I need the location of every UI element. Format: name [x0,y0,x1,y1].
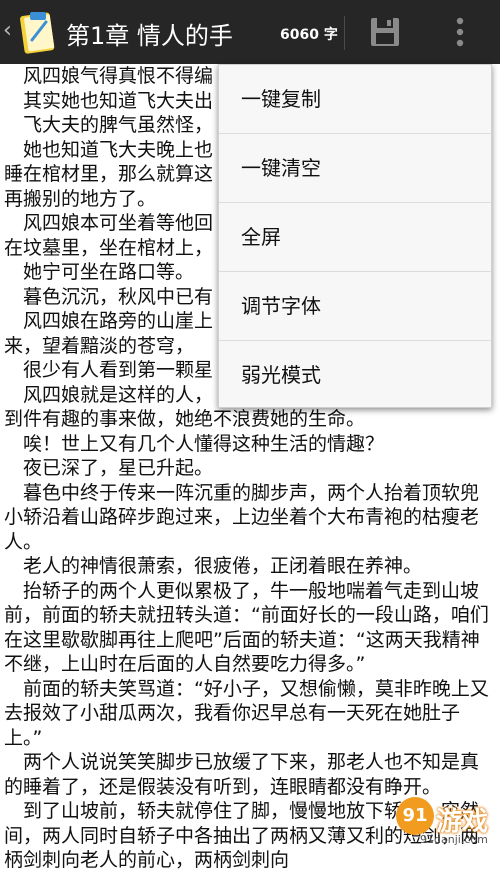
toolbar-divider [344,16,345,50]
overflow-menu: 一键复制 一键清空 全屏 调节字体 弱光模式 [218,64,492,408]
save-icon[interactable] [368,16,402,48]
paragraph: 暮色中终于传来一阵沉重的脚步声，两个人抬着顶软兜小轿沿着山路碎步跑过来，上边坐着… [4,481,480,553]
paragraph: 两个人说说笑笑脚步已放缓了下来，那老人也不知是真的睡着了，还是假装没有听到，连眼… [4,751,480,798]
overflow-menu-icon[interactable] [450,14,470,50]
word-count: 6060 字 [280,27,338,43]
text-line: 到件有趣的事来做，她绝不浪费她的生命。 [4,408,366,430]
back-chevron-icon[interactable]: ‹ [3,18,12,43]
menu-item-clear-all[interactable]: 一键清空 [219,134,491,203]
paragraph: 前面的轿夫笑骂道：“好小子，又想偷懒，莫非昨晚上又去报效了小甜瓜两次，我看你迟早… [4,677,489,749]
paragraph: 夜已深了，星已升起。 [23,457,214,479]
menu-item-low-light-mode[interactable]: 弱光模式 [219,341,491,409]
watermark-url: 91danji.com [420,833,488,846]
watermark-logo-badge: 91 [396,797,434,835]
paragraph: 唉！世上又有几个人懂得这种生活的情趣？ [23,432,385,455]
notepad-app-icon[interactable] [16,8,60,56]
paragraph: 老人的神情很萧索，很疲倦，正闭着眼在养神。 [23,555,423,577]
site-watermark: 91 游戏 91danji.com [390,793,500,850]
app-bar: ‹ 第1章 情人的手 6060 字 [0,0,500,64]
paragraph: 抬轿子的两个人更似累极了，牛一般地喘着气走到山坡前，前面的轿夫就扭转头道：“前面… [4,579,489,676]
menu-item-font-settings[interactable]: 调节字体 [219,272,491,341]
menu-item-fullscreen[interactable]: 全屏 [219,203,491,272]
menu-item-copy-all[interactable]: 一键复制 [219,65,491,134]
chapter-title: 第1章 情人的手 [66,22,233,50]
